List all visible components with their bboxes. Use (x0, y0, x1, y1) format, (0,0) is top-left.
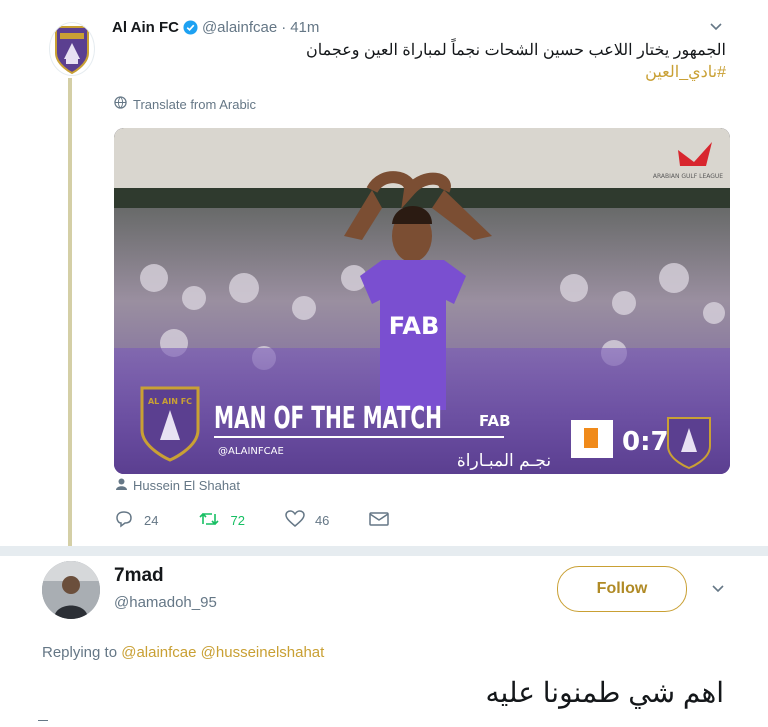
person-icon (116, 478, 127, 493)
retweet-icon (198, 510, 220, 531)
separator-dot: · (281, 18, 287, 36)
retweet-button[interactable]: 72 (198, 510, 245, 531)
heart-icon (285, 510, 305, 531)
media-sponsor: FAB (479, 412, 511, 430)
author-name[interactable]: Al Ain FC (112, 19, 179, 36)
replying-to: Replying to @alainfcae @husseinelshahat (42, 644, 324, 661)
globe-icon (114, 96, 127, 112)
media-social-handle: @ALAINFCAE (218, 446, 284, 457)
media-score: 0:7 (622, 427, 669, 457)
tagged-user[interactable]: Hussein El Shahat (116, 478, 240, 493)
tweet-timestamp[interactable]: 41m (290, 19, 319, 36)
reply-author-handle[interactable]: @hamadoh_95 (114, 594, 217, 611)
reply-author-avatar[interactable] (42, 561, 100, 619)
media-arabic-caption: نجـم المبـاراة (457, 451, 551, 471)
tweet-media-image[interactable]: FAB ARABIAN GULF LEAGUE AL AIN FC MAN OF… (114, 128, 730, 474)
reply-icon (114, 510, 134, 531)
translate-label: Translate from Arabic (133, 96, 257, 112)
reply-text: اهم شي طمنونا عليه (485, 677, 724, 708)
tweet-actions: 24 72 46 (114, 510, 429, 531)
translate-link[interactable]: Translate from Arabic (114, 96, 256, 112)
chevron-down-icon[interactable] (708, 18, 724, 34)
follow-button[interactable]: Follow (557, 566, 687, 612)
chevron-down-icon[interactable] (710, 580, 726, 596)
reply-author-name[interactable]: 7mad (114, 565, 164, 587)
tagged-user-name: Hussein El Shahat (133, 478, 240, 493)
svg-text:FAB: FAB (389, 312, 440, 340)
tweet-header: Al Ain FC @alainfcae · 41m (112, 16, 728, 38)
like-button[interactable]: 46 (285, 510, 329, 531)
reply-count: 24 (144, 513, 159, 528)
tweet-divider (0, 546, 768, 556)
hashtag-link[interactable]: #نادي_العين (112, 62, 726, 84)
like-count: 46 (314, 513, 330, 528)
mention-link[interactable]: @husseinelshahat (201, 644, 325, 661)
reply-button[interactable]: 24 (114, 510, 158, 531)
media-headline: MAN OF THE MATCH (214, 401, 442, 436)
author-avatar[interactable] (49, 22, 95, 76)
league-logo-text: ARABIAN GULF LEAGUE (653, 173, 723, 180)
mention-link[interactable]: @alainfcae (121, 644, 196, 661)
tweet-text: الجمهور يختار اللاعب حسين الشحات نجماً ل… (112, 40, 726, 84)
replying-to-label: Replying to (42, 644, 118, 661)
crest-left-text: AL AIN FC (148, 397, 192, 406)
tweet-body-text: الجمهور يختار اللاعب حسين الشحات نجماً ل… (305, 42, 726, 59)
verified-badge-icon (183, 19, 198, 35)
thread-connector-line (68, 78, 72, 550)
author-handle[interactable]: @alainfcae (202, 19, 277, 36)
retweet-count: 72 (230, 513, 245, 528)
direct-message-button[interactable] (369, 511, 390, 530)
envelope-icon (369, 511, 390, 530)
